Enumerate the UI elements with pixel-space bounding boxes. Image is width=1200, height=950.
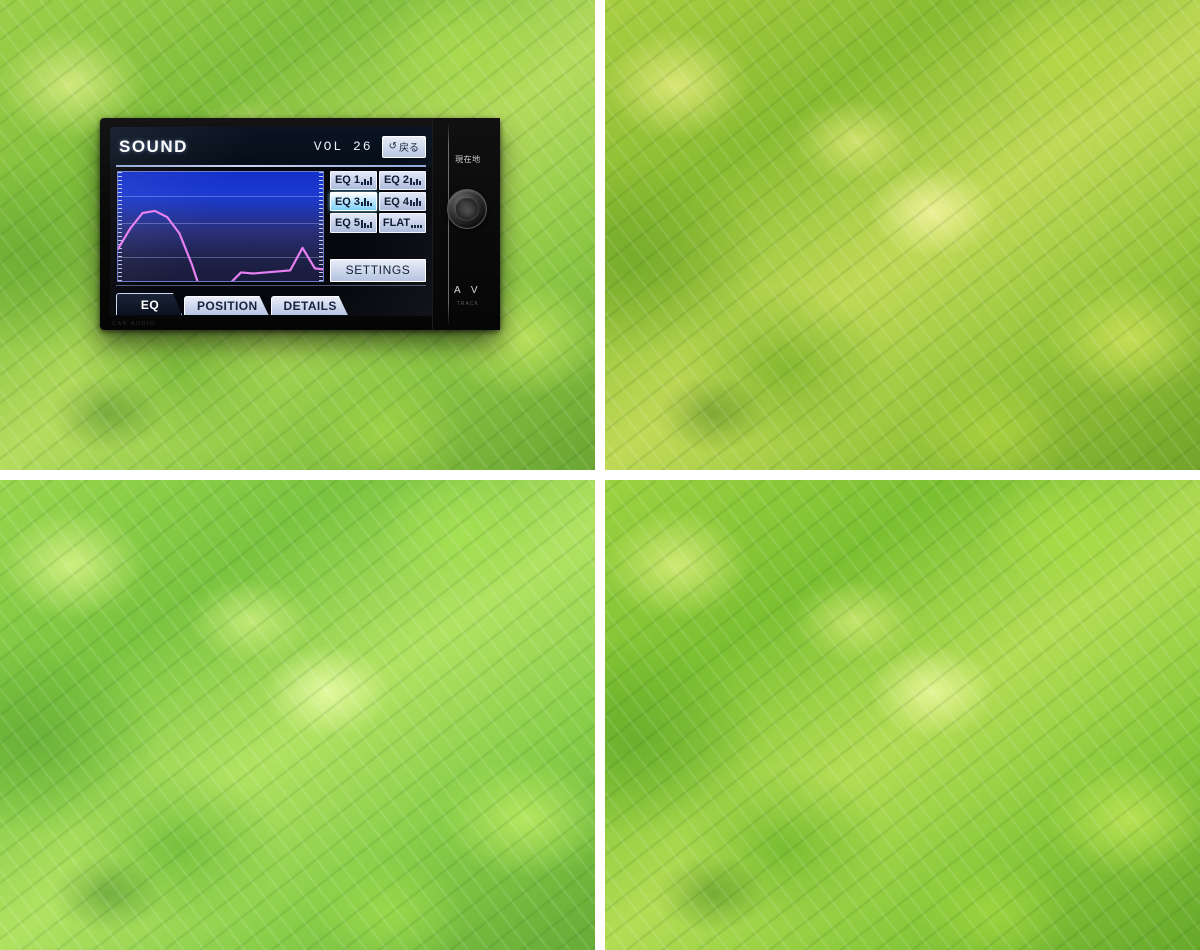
tab-eq[interactable]: EQ bbox=[116, 293, 182, 315]
eq-side-controls: EQ 1 EQ 2 EQ 3 EQ 4 EQ 5 FLAT SETTINGS bbox=[330, 170, 426, 282]
eq-preset-label: EQ 2 bbox=[383, 174, 410, 187]
eq-bars-icon bbox=[361, 197, 373, 207]
eq-preset-button[interactable]: EQ 2 bbox=[379, 170, 426, 191]
leaf-background bbox=[605, 480, 1200, 950]
back-arrow-icon: ↺ bbox=[388, 140, 397, 152]
eq-body: EQ 1 EQ 2 EQ 3 EQ 4 EQ 5 FLAT SETTINGS bbox=[110, 167, 432, 284]
volume-value: 26 bbox=[353, 139, 373, 155]
back-button-label: 戻る bbox=[399, 142, 419, 154]
panel-divider bbox=[448, 122, 449, 326]
unit-brand: CAR AUDIO bbox=[112, 321, 156, 327]
photo-sound-eq: SOUND VOL 26 ↺ 戻る EQ 1 EQ 2 EQ 3 EQ 4 EQ… bbox=[0, 0, 595, 470]
tab-bar: EQ POSITION DETAILS bbox=[110, 284, 432, 316]
back-button[interactable]: ↺ 戻る bbox=[381, 135, 426, 158]
av-sub-label: TRACK bbox=[456, 300, 479, 307]
page-title: SOUND bbox=[119, 136, 188, 156]
eq-preset-label: EQ 1 bbox=[334, 174, 361, 187]
eq-preset-button[interactable]: EQ 1 bbox=[330, 170, 377, 191]
av-button-label[interactable]: A V bbox=[454, 285, 482, 296]
header-right: VOL 26 ↺ 戻る bbox=[314, 135, 426, 158]
volume-knob[interactable] bbox=[446, 189, 487, 230]
eq-bars-icon bbox=[410, 176, 422, 185]
sound-eq-screen: SOUND VOL 26 ↺ 戻る EQ 1 EQ 2 EQ 3 EQ 4 EQ… bbox=[110, 127, 432, 316]
head-unit-eq: SOUND VOL 26 ↺ 戻る EQ 1 EQ 2 EQ 3 EQ 4 EQ… bbox=[100, 118, 500, 330]
eq-preset-label: EQ 3 bbox=[334, 195, 361, 208]
current-location-button-label[interactable]: 現在地 bbox=[455, 154, 481, 165]
volume-label: VOL bbox=[313, 139, 344, 155]
eq-bars-icon bbox=[410, 197, 422, 207]
leaf-background bbox=[0, 480, 595, 950]
tab-position[interactable]: POSITION bbox=[184, 296, 269, 315]
screen-header: SOUND VOL 26 ↺ 戻る bbox=[110, 127, 432, 167]
eq-preset-button[interactable]: EQ 5 bbox=[330, 213, 377, 233]
settings-button[interactable]: SETTINGS bbox=[330, 258, 426, 282]
eq-preset-button[interactable]: EQ 4 bbox=[379, 192, 426, 212]
eq-preset-label: EQ 5 bbox=[334, 217, 361, 230]
eq-bars-icon bbox=[361, 176, 373, 185]
eq-curve-svg bbox=[118, 172, 323, 282]
photo-sound-details: SOUND VOL 26 ↺ 戻る bbox=[605, 0, 1200, 470]
eq-preset-flat-button[interactable]: FLAT bbox=[379, 213, 426, 233]
photo-grid: SOUND VOL 26 ↺ 戻る EQ 1 EQ 2 EQ 3 EQ 4 EQ… bbox=[0, 0, 1200, 950]
photo-sound-position: SOUND VOL 26 ↺ 戻る bbox=[0, 480, 595, 950]
eq-preset-label: EQ 4 bbox=[383, 195, 410, 208]
eq-preset-label: FLAT bbox=[382, 217, 411, 230]
eq-preset-grid: EQ 1 EQ 2 EQ 3 EQ 4 EQ 5 FLAT bbox=[330, 170, 426, 233]
eq-bars-icon bbox=[361, 219, 373, 228]
eq-response-chart[interactable] bbox=[117, 170, 324, 282]
tab-details[interactable]: DETAILS bbox=[271, 296, 348, 315]
volume-readout: VOL 26 bbox=[314, 139, 373, 154]
hardware-side-panel: 現在地 A V TRACK bbox=[432, 118, 500, 330]
eq-preset-button-selected[interactable]: EQ 3 bbox=[330, 192, 377, 212]
leaf-background bbox=[605, 0, 1200, 470]
photo-video-playback: 現在地 A V TRACK CAR AUDIO bbox=[605, 480, 1200, 950]
eq-bars-icon bbox=[411, 219, 423, 228]
screen-bezel: SOUND VOL 26 ↺ 戻る EQ 1 EQ 2 EQ 3 EQ 4 EQ… bbox=[110, 127, 432, 316]
